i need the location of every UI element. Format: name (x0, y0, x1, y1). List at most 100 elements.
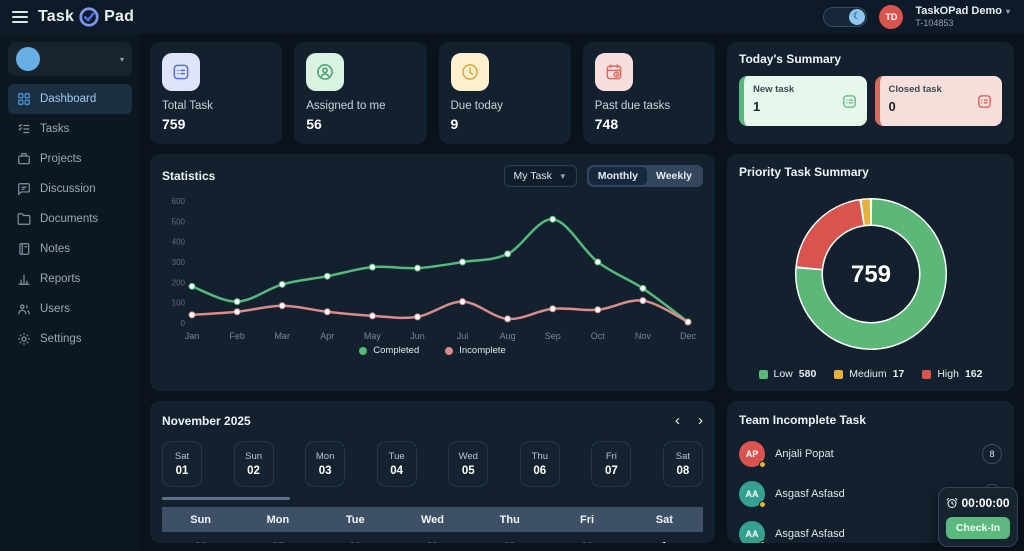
assigned-person-icon (306, 53, 345, 91)
sidebar-item-projects[interactable]: Projects (8, 144, 132, 174)
sidebar-item-discussion[interactable]: Discussion (8, 174, 132, 204)
day-chip[interactable]: Mon 03 (305, 441, 346, 487)
calendar-card: November 2025 ‹ › Sat 01 Sun 02 Mon 03 Tue 0… (150, 401, 715, 543)
svg-text:600: 600 (172, 197, 186, 206)
member-name: Anjali Popat (775, 448, 834, 460)
calendar-date[interactable]: 29 (394, 540, 471, 543)
monthly-tab[interactable]: Monthly (588, 167, 647, 185)
moon-icon: ☾ (849, 9, 866, 25)
sidebar-item-reports[interactable]: Reports (8, 264, 132, 294)
day-chip[interactable]: Sat 08 (662, 441, 703, 487)
team-member-row[interactable]: AP Anjali Popat 8 (739, 441, 1002, 468)
svg-text:Sep: Sep (545, 331, 561, 341)
team-title: Team Incomplete Task (739, 413, 866, 427)
stat-value: 748 (594, 116, 619, 132)
closed-task-card[interactable]: Closed task 0 (874, 76, 1002, 126)
legend-label: High (937, 368, 959, 380)
user-name: TaskOPad Demo (915, 5, 1002, 17)
week-header-row: Sun Mon Tue Wed Thu Fri Sat (162, 507, 703, 532)
calendar-date[interactable]: 1 (626, 540, 703, 543)
calendar-prev-icon[interactable]: ‹ (675, 413, 680, 428)
user-avatar[interactable]: TD (879, 5, 904, 29)
legend-high: High 162 (922, 368, 982, 380)
day-chip[interactable]: Sun 02 (233, 441, 274, 487)
hamburger-menu-icon[interactable] (12, 11, 28, 23)
chat-icon (18, 183, 30, 196)
calendar-date[interactable]: 31 (548, 540, 625, 543)
stat-card-past-due[interactable]: Past due tasks 748 (582, 42, 715, 144)
svg-text:Dec: Dec (680, 331, 697, 341)
sidebar-item-notes[interactable]: Notes (8, 234, 132, 264)
svg-text:759: 759 (850, 261, 890, 288)
sidebar-item-settings[interactable]: Settings (8, 324, 132, 354)
horizontal-scrollbar[interactable] (162, 497, 290, 500)
stat-label: Due today (450, 100, 503, 112)
legend-low: Low 580 (758, 368, 817, 380)
sidebar-item-documents[interactable]: Documents (8, 204, 132, 234)
task-filter-dropdown[interactable]: My Task ▼ (503, 165, 577, 187)
sidebar-item-label: Documents (40, 213, 99, 225)
main-content: Total Task 759 Assigned to me 56 Due tod… (140, 34, 1024, 551)
svg-text:Aug: Aug (500, 331, 516, 341)
todays-summary-title: Today's Summary (739, 52, 841, 66)
workspace-avatar (16, 47, 40, 71)
priority-legend: Low 580 Medium 17 High 162 (739, 368, 1002, 380)
stat-card-due-today[interactable]: Due today 9 (438, 42, 571, 144)
top-navbar: Task Pad ☾ TD TaskOPad Demo ▾ T-104853 (0, 0, 1024, 34)
weekday-label: Wed (420, 513, 444, 526)
check-in-button[interactable]: Check-In (946, 517, 1010, 539)
sidebar-item-dashboard[interactable]: Dashboard (8, 84, 132, 114)
users-icon (18, 304, 30, 315)
chart-legend: Completed Incomplete (162, 345, 703, 356)
user-menu[interactable]: TaskOPad Demo ▾ T-104853 (915, 5, 1010, 29)
svg-text:May: May (364, 331, 382, 341)
svg-text:Mar: Mar (274, 331, 290, 341)
calendar-date[interactable]: 28 (317, 540, 394, 543)
status-dot (759, 541, 766, 543)
dashboard-icon (18, 93, 30, 105)
calendar-next-icon[interactable]: › (698, 413, 703, 428)
stat-value: 56 (306, 116, 322, 132)
workspace-selector[interactable]: ▾ (8, 42, 132, 76)
member-avatar: AA (739, 521, 766, 543)
sidebar-item-label: Reports (40, 273, 81, 285)
svg-text:Jul: Jul (457, 331, 469, 341)
stat-card-total-task[interactable]: Total Task 759 (150, 42, 283, 144)
tasks-icon (18, 123, 30, 134)
legend-swatch-medium (834, 369, 844, 379)
calendar-date[interactable]: 30 (471, 540, 548, 543)
day-chip[interactable]: Sat 01 (162, 441, 202, 487)
sidebar-item-users[interactable]: Users (8, 294, 132, 324)
period-segmented-control: Monthly Weekly (586, 165, 703, 187)
chevron-down-icon: ▼ (558, 171, 567, 181)
sidebar-item-label: Discussion (40, 183, 96, 195)
weekly-tab[interactable]: Weekly (647, 167, 701, 185)
dark-mode-toggle[interactable]: ☾ (823, 7, 868, 27)
day-chip[interactable]: Wed 05 (448, 441, 489, 487)
legend-value: 580 (798, 368, 817, 380)
legend-incomplete: Incomplete (445, 345, 506, 356)
svg-text:Jan: Jan (185, 331, 200, 341)
day-chip[interactable]: Tue 04 (376, 441, 417, 487)
stat-card-assigned-to-me[interactable]: Assigned to me 56 (294, 42, 427, 144)
new-task-card[interactable]: New task 1 (739, 76, 867, 126)
sidebar-item-label: Dashboard (40, 93, 97, 105)
legend-medium: Medium 17 (834, 368, 904, 380)
calendar-date[interactable]: 27 (239, 540, 316, 543)
alarm-clock-icon (946, 498, 958, 508)
day-chip[interactable]: Fri 07 (591, 441, 632, 487)
calendar-date[interactable]: 26 (162, 540, 239, 543)
weekday-label: Sat (655, 513, 673, 526)
clock-icon (450, 53, 489, 91)
weekday-label: Tue (345, 513, 365, 526)
day-chip[interactable]: Thu 06 (519, 441, 560, 487)
weekday-label: Mon (266, 513, 290, 526)
projects-icon (18, 153, 30, 165)
svg-text:Apr: Apr (320, 331, 334, 341)
day-chips-row: Sat 01 Sun 02 Mon 03 Tue 04 Wed 05 Thu 06 Fri 0… (162, 441, 703, 487)
calendar-month-title: November 2025 (162, 413, 251, 428)
priority-donut-chart: 759 (794, 197, 947, 350)
todays-summary-card: Today's Summary New task 1 Closed task 0 (727, 42, 1014, 144)
sidebar-item-tasks[interactable]: Tasks (8, 114, 132, 144)
svg-text:Feb: Feb (229, 331, 245, 341)
